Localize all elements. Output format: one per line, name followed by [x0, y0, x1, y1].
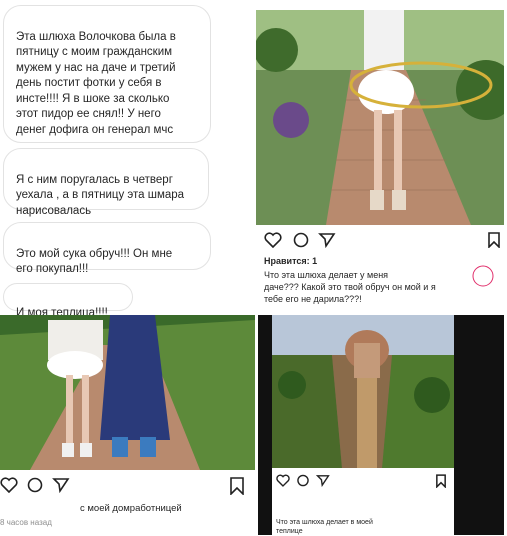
greenhouse-image — [272, 315, 454, 468]
comment-icon[interactable] — [26, 477, 44, 498]
chat-panel: Эта шлюха Волочкова была в пятницу с мои… — [0, 0, 255, 319]
post-photo-greenhouse[interactable] — [272, 315, 454, 468]
message-text: Это мой сука обруч!!! Он мне его покупал… — [16, 247, 173, 276]
post-time: 8 часов назад — [0, 518, 52, 527]
post-actions-bar: Что эта шлюха делает в моей теплице — [272, 468, 454, 535]
bookmark-icon[interactable] — [436, 474, 446, 493]
avatar — [472, 265, 494, 292]
bookmark-icon[interactable] — [230, 477, 244, 500]
likes-count: Нравится: 1 — [264, 256, 318, 266]
post-photo-hoop[interactable] — [256, 10, 504, 225]
message-bubble: И моя теплица!!!! — [3, 283, 133, 319]
message-bubble: Эта шлюха Волочкова была в пятницу с мои… — [3, 5, 211, 143]
message-bubble: Я с ним поругалась в четверг уехала , а … — [3, 148, 209, 217]
share-icon[interactable] — [315, 474, 330, 492]
message-text: Эта шлюха Волочкова была в пятницу с мои… — [16, 30, 176, 136]
heart-icon[interactable] — [0, 477, 18, 498]
post-photo-path-two-women[interactable] — [0, 315, 255, 470]
post-caption: Что эта шлюха делает в моей теплице — [276, 519, 373, 535]
message-bubble: Это мой сука обруч!!! Он мне его покупал… — [3, 222, 211, 275]
garden-path-image — [256, 10, 504, 225]
post-caption: с моей домработницей — [80, 503, 182, 514]
post-caption: Что эта шлюха делает у меня даче??? Како… — [264, 270, 436, 304]
share-icon[interactable] — [318, 232, 336, 253]
post-actions-bar: с моей домработницей 8 часов назад — [0, 470, 255, 535]
heart-icon[interactable] — [264, 232, 282, 253]
bookmark-icon[interactable] — [488, 232, 500, 253]
message-text: Я с ним поругалась в четверг уехала , а … — [16, 173, 185, 217]
heart-icon[interactable] — [276, 474, 290, 492]
comment-icon[interactable] — [296, 474, 310, 492]
post-actions-bar: Нравится: 1 Что эта шлюха делает у меня … — [256, 225, 504, 317]
comment-icon[interactable] — [292, 232, 310, 253]
share-icon[interactable] — [52, 477, 70, 498]
garden-image — [0, 315, 255, 470]
